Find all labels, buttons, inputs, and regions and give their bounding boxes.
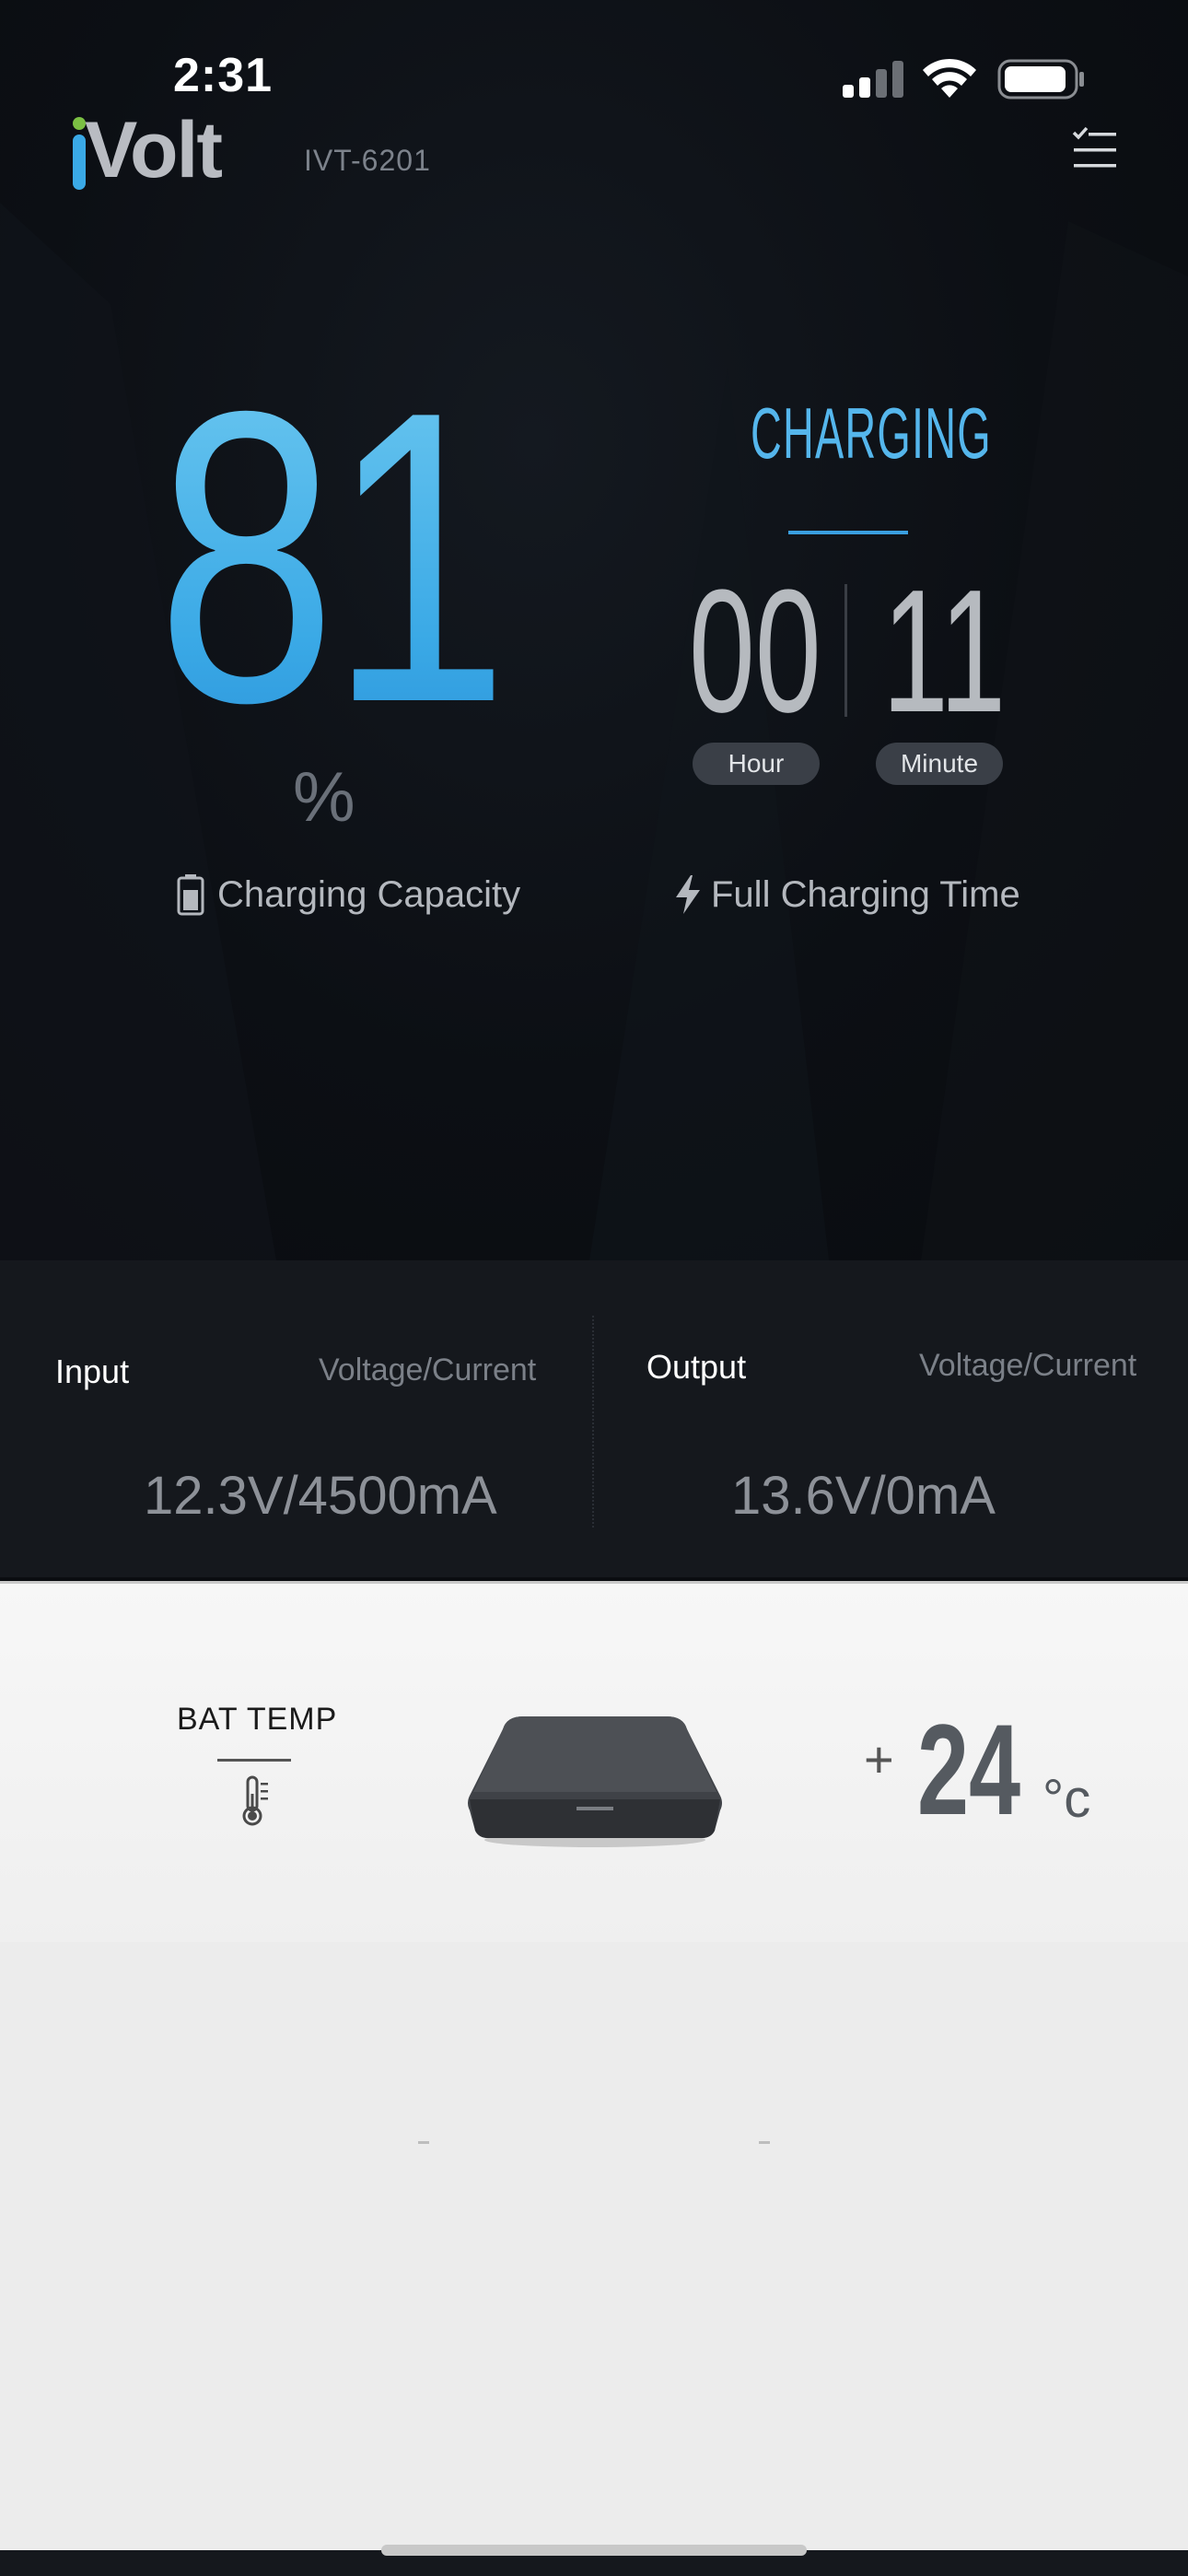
io-panel: Input Voltage/Current 12.3V/4500mA Outpu… (0, 1260, 1188, 1577)
placeholder-dash-right (759, 2141, 770, 2144)
full-time-label-text: Full Charging Time (711, 873, 1020, 915)
capacity-label-text: Charging Capacity (217, 873, 521, 915)
timer-hours: 00 (689, 554, 821, 749)
device-id: IVT-6201 (304, 144, 431, 177)
app-screen: 2:31 Volt IVT-6201 81 % Charging Capacit… (0, 0, 1188, 2576)
home-indicator[interactable] (381, 2545, 807, 2556)
minute-pill: Minute (876, 743, 1003, 785)
charging-capacity-label: Charging Capacity (177, 873, 520, 916)
status-time: 2:31 (173, 49, 274, 102)
bat-temp-label: BAT TEMP (177, 1702, 338, 1737)
placeholder-dash-left (418, 2141, 429, 2144)
temp-sign: + (864, 1730, 894, 1788)
hour-pill: Hour (693, 743, 820, 785)
thermometer-icon (242, 1775, 268, 1826)
charge-percent: 81 (157, 326, 509, 789)
input-label: Input (55, 1352, 130, 1390)
lightning-icon (676, 875, 700, 914)
logo-text: Volt (85, 106, 223, 194)
lower-empty-area (0, 1942, 1188, 2550)
io-divider (592, 1316, 594, 1528)
battery-icon (177, 874, 204, 916)
temp-unit: °c (1042, 1769, 1091, 1829)
output-value: 13.6V/0mA (731, 1466, 996, 1526)
bat-temp-underline (217, 1759, 291, 1762)
input-sub-label: Voltage/Current (319, 1352, 537, 1388)
input-value: 12.3V/4500mA (144, 1466, 497, 1526)
charging-underline (788, 531, 908, 534)
temp-value: 24 (917, 1697, 1021, 1842)
output-label: Output (646, 1348, 747, 1386)
full-charging-time-label: Full Charging Time (672, 873, 1020, 916)
charging-state: CHARGING (751, 392, 992, 474)
cellular-signal-icon (843, 61, 903, 98)
timer-minutes: 11 (882, 554, 1007, 749)
power-bank-image (468, 1716, 722, 1847)
menu-checklist-icon[interactable] (1068, 125, 1120, 177)
wifi-icon (923, 58, 976, 98)
temperature-panel: BAT TEMP + 24 °c (0, 1581, 1188, 1945)
timer-divider (844, 584, 847, 717)
percent-unit: % (293, 758, 355, 837)
battery-status-icon (997, 59, 1084, 100)
output-sub-label: Voltage/Current (919, 1348, 1137, 1383)
